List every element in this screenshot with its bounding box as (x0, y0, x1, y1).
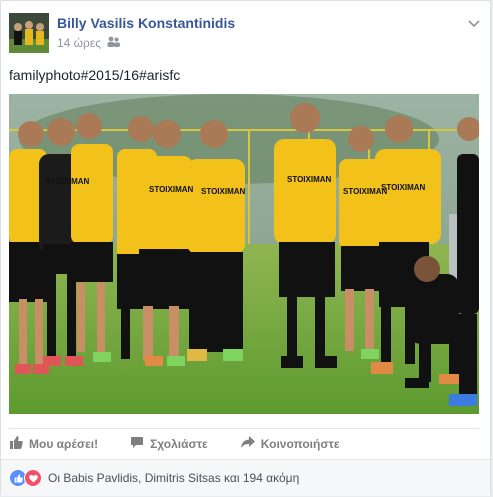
comment-icon (130, 436, 144, 452)
reactions-summary[interactable]: Οι Babis Pavlidis, Dimitris Sitsas και 1… (48, 471, 299, 485)
post-timestamp[interactable]: 14 ώρες (57, 36, 101, 50)
thumbs-up-icon (9, 436, 23, 452)
comment-button[interactable]: Σχολιάστε (130, 436, 208, 452)
reactions-bar[interactable]: Οι Babis Pavlidis, Dimitris Sitsas και 1… (1, 459, 490, 496)
share-button[interactable]: Κοινοποιήστε (240, 436, 340, 452)
shirt-print: STOIXIMAN (149, 185, 194, 194)
shirt-print: STOIXIMAN (45, 177, 90, 186)
author-name[interactable]: Billy Vasilis Konstantinidis (57, 15, 235, 31)
like-button[interactable]: Μου αρέσει! (9, 436, 98, 452)
like-label: Μου αρέσει! (29, 437, 99, 451)
friends-icon[interactable] (107, 36, 121, 50)
shirt-print: STOIXIMAN (287, 175, 332, 184)
shirt-print: STOIXIMAN (381, 183, 426, 192)
share-icon (240, 436, 255, 452)
author-avatar[interactable] (9, 13, 49, 53)
post-photo[interactable]: STOIXIMAN STOIXIMAN STOIXIMAN STOIXIMAN … (9, 94, 479, 414)
post-text: familyphoto#2015/16#arisfc (9, 67, 181, 83)
love-reaction-icon (24, 469, 42, 487)
comment-label: Σχολιάστε (150, 437, 208, 451)
post-card: Billy Vasilis Konstantinidis 14 ώρες fam… (0, 0, 491, 496)
share-label: Κοινοποιήστε (260, 437, 340, 451)
post-actions: Μου αρέσει! Σχολιάστε Κοινοποιήστε (9, 428, 479, 459)
post-meta: 14 ώρες (57, 36, 121, 50)
chevron-down-icon[interactable] (468, 15, 480, 33)
shirt-print: STOIXIMAN (201, 187, 246, 196)
